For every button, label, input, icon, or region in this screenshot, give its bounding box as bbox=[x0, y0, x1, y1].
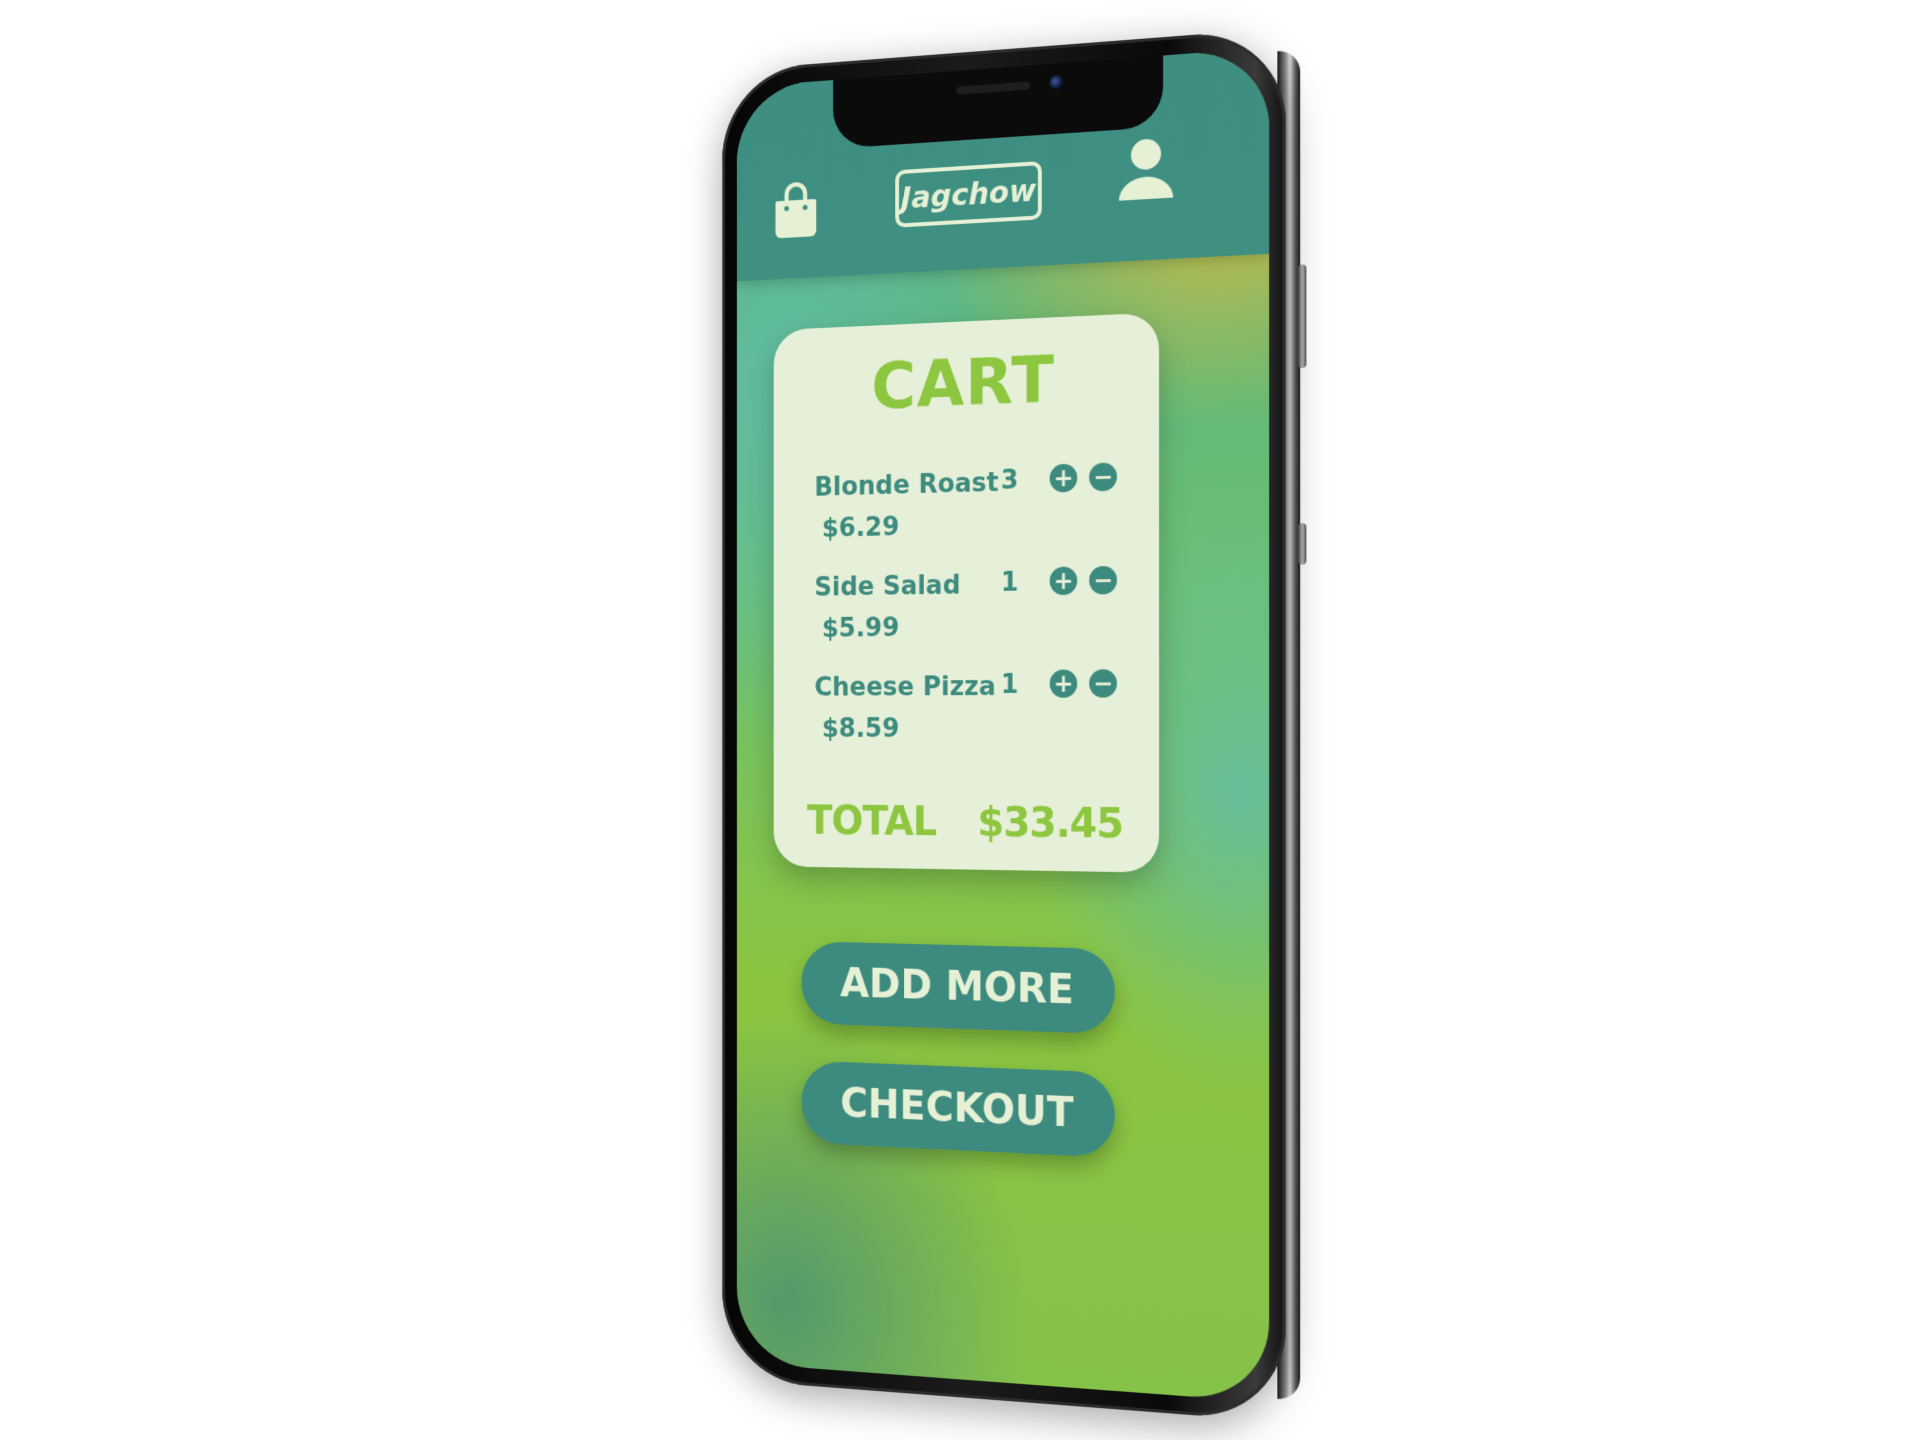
item-quantity: 3 bbox=[1000, 465, 1019, 496]
item-name: Cheese Pizza bbox=[814, 671, 996, 703]
cart-card: CART Blonde Roast 3 + − $6.29 Side Salad… bbox=[773, 312, 1160, 873]
item-price: $6.29 bbox=[821, 512, 900, 544]
plus-circle-icon[interactable]: + bbox=[1049, 566, 1078, 596]
app-screen: Jagchow CART Blonde Roast 3 + − $6.29 Si… bbox=[736, 47, 1270, 1403]
item-quantity: 1 bbox=[1000, 669, 1019, 700]
app-logo[interactable]: Jagchow bbox=[895, 161, 1042, 228]
minus-circle-icon[interactable]: − bbox=[1089, 669, 1117, 698]
item-name: Blonde Roast bbox=[814, 467, 999, 503]
cart-item: Side Salad 1 + − $5.99 bbox=[814, 565, 1143, 651]
cart-item: Cheese Pizza 1 + − $8.59 bbox=[814, 669, 1143, 752]
shopping-bag-icon[interactable] bbox=[772, 179, 820, 241]
speaker-grille bbox=[956, 81, 1031, 95]
cart-item: Blonde Roast 3 + − $6.29 bbox=[814, 462, 1143, 552]
minus-circle-icon[interactable]: − bbox=[1089, 565, 1117, 595]
phone-device: Jagchow CART Blonde Roast 3 + − $6.29 Si… bbox=[722, 27, 1307, 1423]
add-more-button[interactable]: ADD MORE bbox=[801, 941, 1115, 1035]
item-price: $8.59 bbox=[821, 714, 900, 744]
total-label: TOTAL bbox=[806, 798, 937, 846]
front-camera-icon bbox=[1049, 74, 1064, 91]
user-icon[interactable] bbox=[1115, 134, 1177, 205]
mockup-stage: Jagchow CART Blonde Roast 3 + − $6.29 Si… bbox=[0, 0, 1920, 1440]
side-sensor bbox=[1298, 523, 1307, 565]
cart-title: CART bbox=[871, 343, 1055, 425]
plus-circle-icon[interactable]: + bbox=[1049, 669, 1078, 698]
item-quantity: 1 bbox=[1000, 567, 1019, 598]
checkout-button[interactable]: CHECKOUT bbox=[801, 1060, 1115, 1158]
total-value: $33.45 bbox=[977, 799, 1123, 848]
power-button bbox=[1298, 264, 1307, 369]
minus-circle-icon[interactable]: − bbox=[1089, 462, 1117, 492]
item-price: $5.99 bbox=[821, 613, 900, 644]
plus-circle-icon[interactable]: + bbox=[1049, 463, 1078, 493]
item-name: Side Salad bbox=[814, 570, 961, 603]
